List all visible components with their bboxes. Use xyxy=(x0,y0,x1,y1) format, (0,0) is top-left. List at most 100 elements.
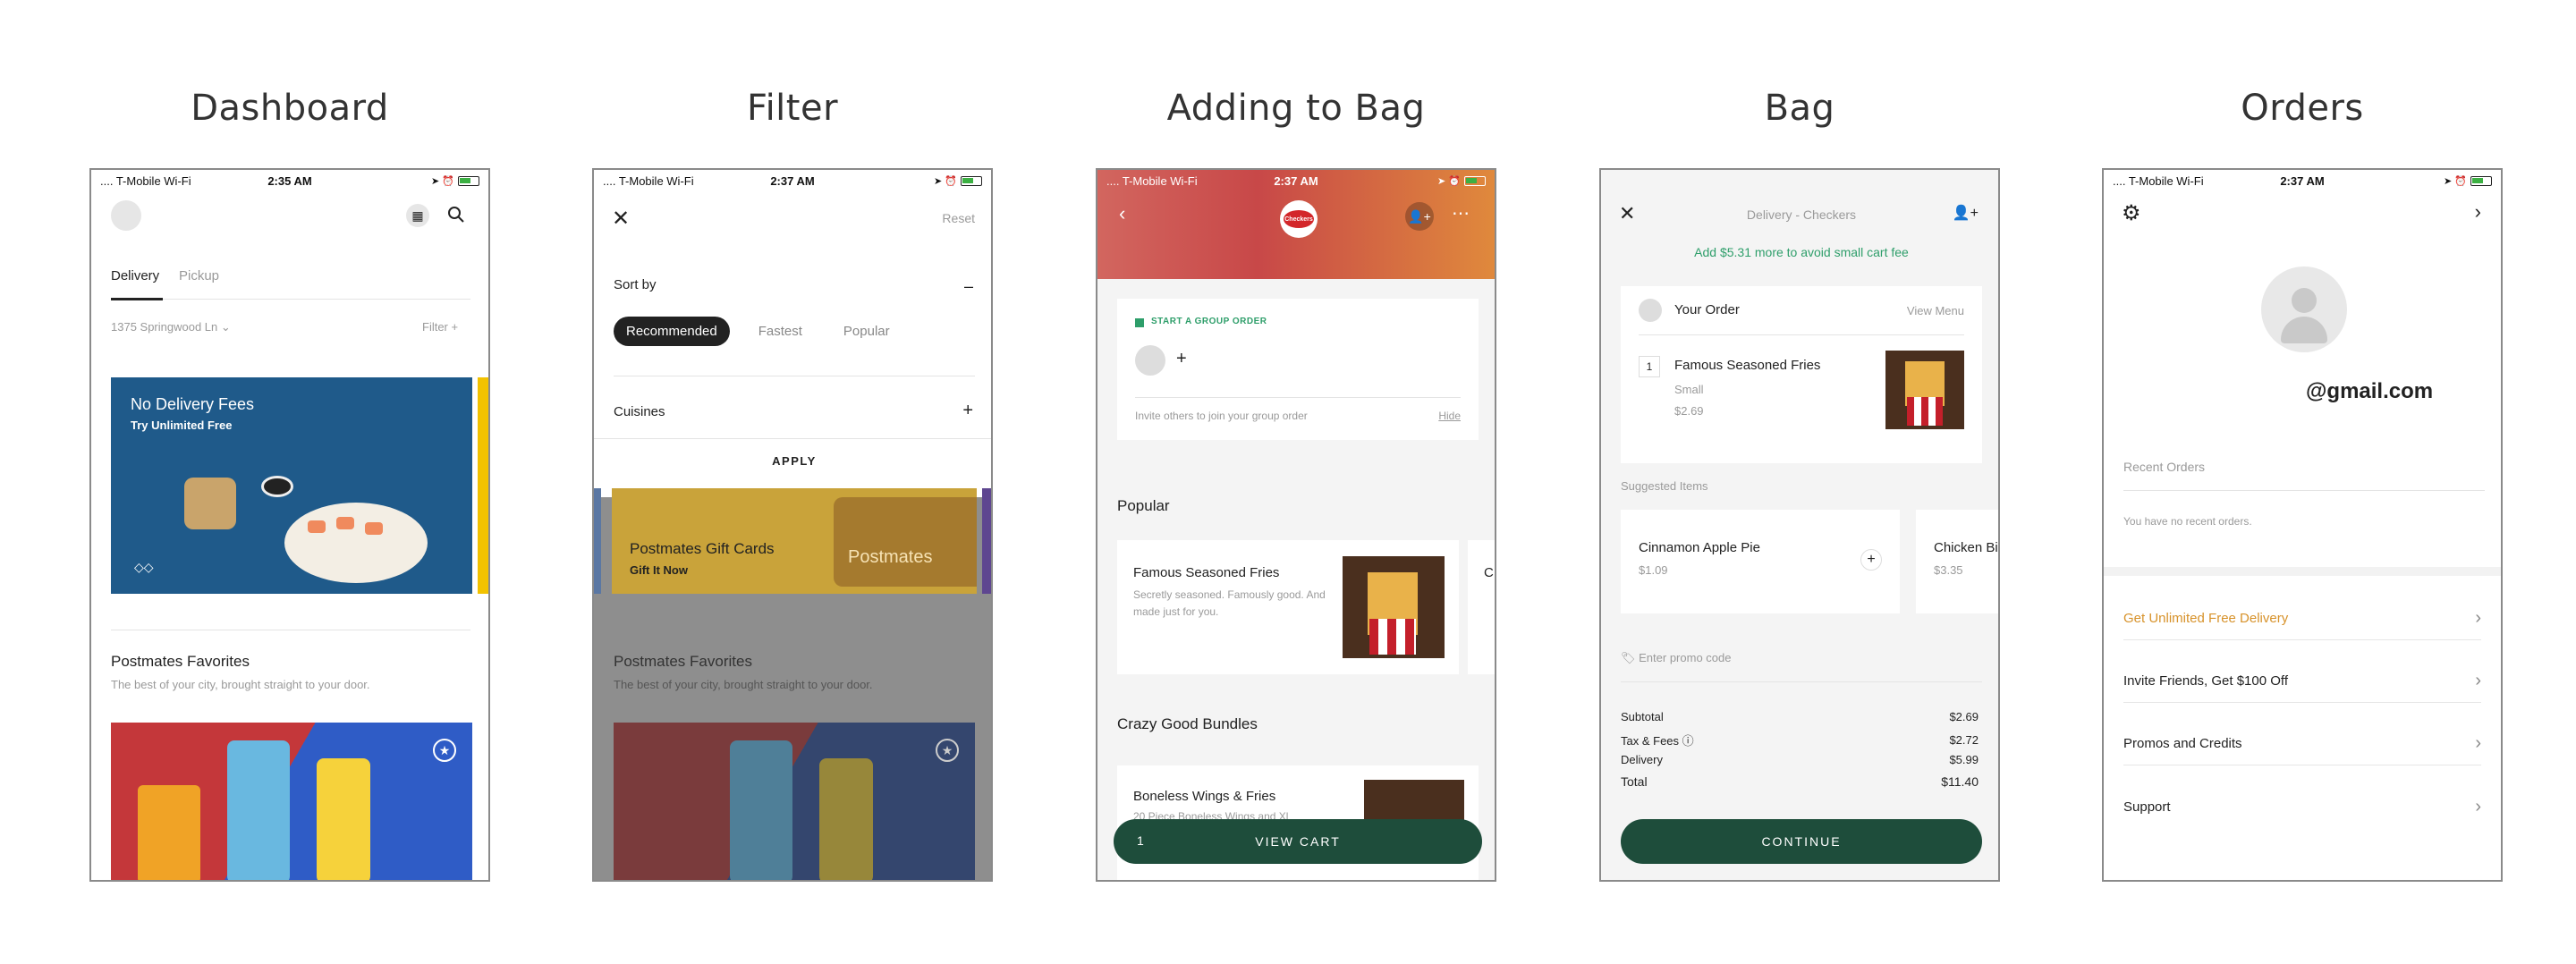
chevron-right-icon: › xyxy=(2475,733,2481,753)
menu-item-card[interactable]: Famous Seasoned Fries Secretly seasoned.… xyxy=(1117,540,1459,674)
suggested-item-card[interactable]: Chicken Bi $3.35 xyxy=(1916,510,1998,613)
quantity-stepper[interactable]: 1 xyxy=(1639,356,1660,377)
sort-recommended[interactable]: Recommended xyxy=(614,317,730,346)
sort-fastest[interactable]: Fastest xyxy=(746,317,815,346)
bamboo-box-image xyxy=(184,478,236,529)
total-row: Total $11.40 xyxy=(1621,774,1979,789)
no-recent-orders: You have no recent orders. xyxy=(2123,515,2252,528)
account-email: @gmail.com xyxy=(2306,379,2434,403)
promo-subtitle: Try Unlimited Free xyxy=(131,419,233,432)
fries-image xyxy=(1885,351,1964,429)
menu-item-unlimited[interactable]: Get Unlimited Free Delivery › xyxy=(2123,597,2481,640)
tag-icon: 🏷 xyxy=(1621,651,1636,664)
sushi-plate-image xyxy=(284,503,428,583)
group-order-card: START A GROUP ORDER + Invite others to j… xyxy=(1117,299,1479,440)
close-icon[interactable]: ✕ xyxy=(612,206,630,232)
sushi-piece-image xyxy=(336,517,354,529)
add-person-icon[interactable]: 👤+ xyxy=(1405,202,1434,231)
filter-button[interactable]: Filter + xyxy=(422,320,458,334)
add-member-icon[interactable]: + xyxy=(1176,349,1187,369)
total-label: Total xyxy=(1621,774,1648,789)
candy-image xyxy=(138,785,200,880)
sort-options: Recommended Fastest Popular xyxy=(614,317,902,346)
section-subtitle: The best of your city, brought straight … xyxy=(614,678,873,691)
next-banner-peek xyxy=(982,488,991,594)
gift-card-title: Postmates Gift Cards xyxy=(630,540,775,557)
suggested-item-name: Chicken Bi xyxy=(1934,540,1998,555)
gear-icon[interactable]: ⚙ xyxy=(2122,200,2141,226)
tab-indicator xyxy=(111,298,163,300)
prev-banner-peek xyxy=(594,488,601,594)
status-icons: ➤ ⏰ xyxy=(1437,175,1486,187)
gift-icon[interactable]: ▦ xyxy=(406,204,429,227)
gift-card-image: Postmates xyxy=(834,497,977,587)
collapse-icon[interactable]: – xyxy=(964,277,973,296)
tab-pickup[interactable]: Pickup xyxy=(179,268,219,283)
soy-dish-image xyxy=(261,476,293,497)
menu-item-support[interactable]: Support › xyxy=(2123,785,2481,828)
apply-button[interactable]: APPLY xyxy=(594,454,991,468)
dashboard-screen: .... T-Mobile Wi-Fi 2:35 AM ➤ ⏰ ▦ Delive… xyxy=(89,168,490,882)
back-icon[interactable]: ‹ xyxy=(1119,202,1125,225)
tax-value: $2.72 xyxy=(1949,733,1979,747)
info-icon[interactable]: ⓘ xyxy=(1682,734,1694,748)
view-menu-link[interactable]: View Menu xyxy=(1907,304,1964,317)
delivery-label: Delivery xyxy=(1621,753,1663,766)
divider xyxy=(2123,490,2485,491)
next-banner-peek xyxy=(478,377,488,594)
menu-item-card-peek[interactable]: C xyxy=(1468,540,1495,674)
menu-item-invite[interactable]: Invite Friends, Get $100 Off › xyxy=(2123,660,2481,703)
item-name-peek: C xyxy=(1484,565,1494,580)
status-icons: ➤ ⏰ xyxy=(431,175,479,187)
add-person-icon[interactable]: 👤+ xyxy=(1953,204,1979,222)
reset-button[interactable]: Reset xyxy=(942,211,975,225)
star-badge-icon: ★ xyxy=(936,739,959,762)
tab-delivery[interactable]: Delivery xyxy=(111,268,159,283)
add-item-icon[interactable]: + xyxy=(1860,549,1882,571)
plus-icon: + xyxy=(451,320,459,334)
suggested-item-price: $1.09 xyxy=(1639,563,1668,577)
dashboard-title: Dashboard xyxy=(191,88,389,129)
start-group-order[interactable]: START A GROUP ORDER xyxy=(1151,317,1267,326)
item-price: $2.69 xyxy=(1674,404,1704,418)
cuisines-label: Cuisines xyxy=(614,404,665,419)
status-bar: .... T-Mobile Wi-Fi 2:37 AM ➤ ⏰ xyxy=(1097,170,1495,191)
adding-screen: .... T-Mobile Wi-Fi 2:37 AM ➤ ⏰ ‹ Checke… xyxy=(1096,168,1496,882)
bag-screen: ✕ Delivery - Checkers 👤+ Add $5.31 more … xyxy=(1599,168,2000,882)
slushie-cup-image xyxy=(227,740,290,880)
carrier: .... T-Mobile Wi-Fi xyxy=(100,173,191,188)
cart-count: 1 xyxy=(1137,833,1146,848)
status-bar xyxy=(1601,170,1998,191)
search-icon[interactable] xyxy=(447,206,465,228)
menu-item-promos[interactable]: Promos and Credits › xyxy=(2123,723,2481,765)
continue-button[interactable]: CONTINUE xyxy=(1621,819,1982,864)
postmates-logo-icon: ◇◇ xyxy=(134,560,154,574)
chevron-right-icon: › xyxy=(2475,608,2481,628)
star-badge-icon[interactable]: ★ xyxy=(433,739,456,762)
small-cart-fee: Add $5.31 more to avoid small cart fee xyxy=(1694,245,1909,259)
suggested-item-card[interactable]: Cinnamon Apple Pie $1.09 + xyxy=(1621,510,1900,613)
profile-avatar[interactable] xyxy=(2261,266,2347,352)
view-cart-button[interactable]: 1 VIEW CART xyxy=(1114,819,1482,864)
carrier: .... T-Mobile Wi-Fi xyxy=(1106,173,1198,188)
address-selector[interactable]: 1375 Springwood Ln ⌄ xyxy=(111,320,231,334)
expand-icon[interactable]: + xyxy=(962,401,973,421)
item-description: Secretly seasoned. Famously good. And ma… xyxy=(1133,588,1326,618)
status-icons: ➤ ⏰ xyxy=(2444,175,2492,187)
hide-link[interactable]: Hide xyxy=(1438,410,1461,422)
suggested-item-price: $3.35 xyxy=(1934,563,1963,577)
favorites-image[interactable]: ★ xyxy=(111,723,472,880)
battery-icon xyxy=(961,175,982,186)
avatar[interactable] xyxy=(111,200,141,231)
chevron-right-icon[interactable]: › xyxy=(2475,200,2481,224)
chevron-down-icon: ⌄ xyxy=(220,320,231,334)
divider xyxy=(1135,397,1461,398)
tax-label: Tax & Fees xyxy=(1621,734,1680,748)
more-options-icon[interactable]: ⋯ xyxy=(1452,202,1470,224)
promo-code-input[interactable]: 🏷 Enter promo code xyxy=(1621,651,1731,665)
item-name: Boneless Wings & Fries xyxy=(1133,789,1276,804)
subtotal-label: Subtotal xyxy=(1621,710,1664,723)
promo-banner[interactable]: No Delivery Fees Try Unlimited Free ◇◇ xyxy=(111,377,472,594)
sort-popular[interactable]: Popular xyxy=(831,317,902,346)
battery-icon xyxy=(1464,175,1486,186)
